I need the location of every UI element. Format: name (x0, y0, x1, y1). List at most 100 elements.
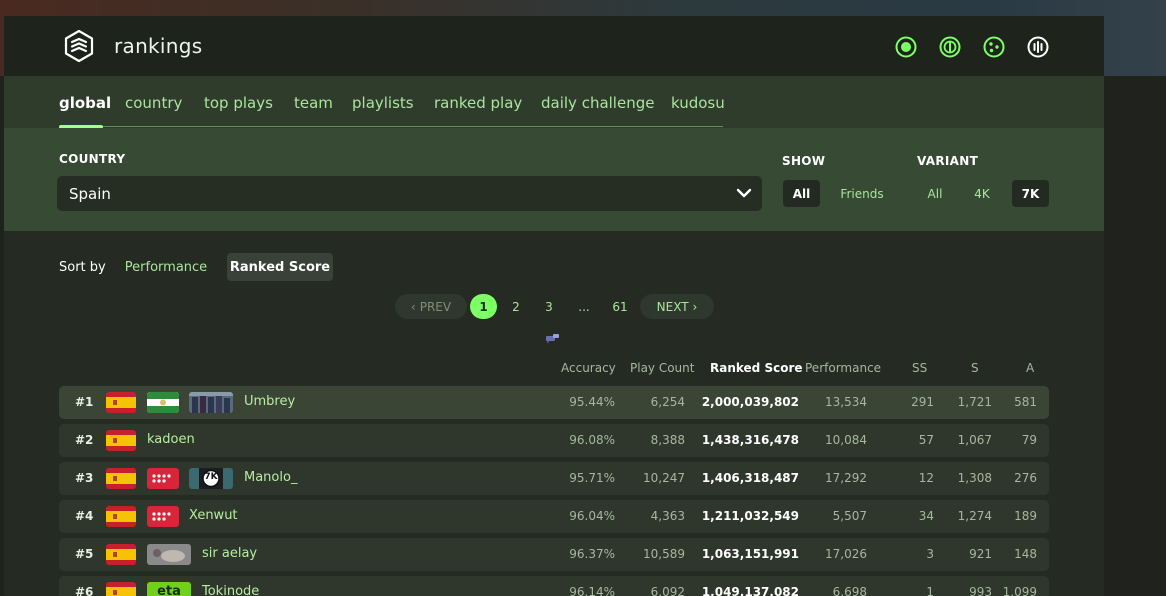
username-link[interactable]: sir aelay (202, 546, 257, 561)
variant-4k-button[interactable]: 4K (967, 180, 997, 207)
a-count: 79 (1021, 433, 1037, 447)
accuracy: 96.14% (569, 585, 615, 596)
table-row[interactable]: #5 sir aelay 96.37% 10,589 1,063,151,991… (59, 538, 1049, 571)
table-row[interactable]: #3 7K Manolo_ 95.71% 10,247 1,406,318,48… (59, 462, 1049, 495)
tab-playlists[interactable]: playlists (352, 94, 414, 112)
col-s[interactable]: S (971, 361, 979, 375)
variant-7k-button[interactable]: 7K (1012, 180, 1049, 207)
show-friends-button[interactable]: Friends (832, 180, 892, 207)
username-link[interactable]: Xenwut (189, 508, 238, 523)
a-count: 581 (1014, 395, 1037, 409)
page-2-button[interactable]: 2 (507, 294, 525, 319)
page-3-button[interactable]: 3 (540, 294, 558, 319)
a-count: 148 (1014, 547, 1037, 561)
performance: 6,698 (832, 585, 867, 596)
team-7k-banner-icon: 7K (189, 468, 233, 489)
col-ss[interactable]: SS (912, 361, 927, 375)
ranked-score: 1,211,032,549 (701, 509, 799, 523)
username-link[interactable]: Tokinode (202, 584, 259, 596)
s-count: 1,308 (957, 471, 992, 485)
chevron-right-icon: › (692, 299, 698, 314)
prev-label: PREV (419, 299, 452, 314)
rank: #3 (75, 471, 94, 485)
chevron-down-icon (736, 188, 752, 198)
tab-team[interactable]: team (294, 94, 333, 112)
show-all-button[interactable]: All (783, 180, 820, 207)
tab-ranked-play[interactable]: ranked play (434, 94, 522, 112)
tab-global[interactable]: global (59, 94, 111, 112)
flag-spain-icon (106, 506, 136, 527)
flag-spain-icon (106, 430, 136, 451)
username-link[interactable]: Umbrey (244, 394, 295, 409)
tab-kudosu[interactable]: kudosu (671, 94, 725, 112)
ranked-score: 1,438,316,478 (701, 433, 799, 447)
col-play-count[interactable]: Play Count (630, 361, 694, 375)
rankings-page: rankings global country top plays team p… (4, 16, 1104, 596)
sort-performance-button[interactable]: Performance (118, 253, 214, 281)
a-count: 276 (1014, 471, 1037, 485)
page-header: rankings (4, 16, 1104, 76)
flag-spain-icon (106, 468, 136, 489)
next-label: NEXT (656, 299, 689, 314)
accuracy: 96.08% (569, 433, 615, 447)
play-count: 10,589 (643, 547, 685, 561)
rank: #5 (75, 547, 94, 561)
taiko-mode-icon[interactable] (939, 36, 961, 58)
tab-country[interactable]: country (125, 94, 182, 112)
next-page-button[interactable]: NEXT › (640, 294, 714, 319)
username-link[interactable]: Manolo_ (244, 470, 297, 485)
play-count: 6,254 (650, 395, 685, 409)
accuracy: 95.44% (569, 395, 615, 409)
play-count: 10,247 (643, 471, 685, 485)
country-select[interactable]: Spain (57, 176, 762, 211)
performance: 5,507 (832, 509, 867, 523)
tab-daily-challenge[interactable]: daily challenge (541, 94, 654, 112)
team-banner-icon (189, 392, 233, 413)
table-row[interactable]: #1 Umbrey 95.44% 6,254 2,000,039,802 13,… (59, 386, 1049, 419)
ss-count: 291 (911, 395, 934, 409)
variant-label: VARIANT (917, 154, 979, 168)
catch-mode-icon[interactable] (983, 36, 1005, 58)
rank: #2 (75, 433, 94, 447)
team-flag-madrid-icon (147, 468, 179, 489)
accuracy: 95.71% (569, 471, 615, 485)
page-1-button[interactable]: 1 (470, 294, 497, 319)
s-count: 1,274 (957, 509, 992, 523)
tab-top-plays[interactable]: top plays (204, 94, 273, 112)
username-link[interactable]: kadoen (147, 432, 195, 447)
ranking-tabs: global country top plays team playlists … (4, 76, 1104, 129)
col-ranked-score[interactable]: Ranked Score (710, 361, 803, 375)
ss-count: 1 (926, 585, 934, 596)
team-flag-andalusia-icon (147, 392, 179, 413)
table-row[interactable]: #6 eta Tokinode 96.14% 6,092 1,049,137,0… (59, 576, 1049, 596)
team-banner-icon (147, 544, 191, 565)
s-count: 921 (969, 547, 992, 561)
col-performance[interactable]: Performance (805, 361, 881, 375)
rankings-logo-icon (64, 29, 94, 63)
col-accuracy[interactable]: Accuracy (561, 361, 616, 375)
sort-by-label: Sort by (59, 260, 106, 275)
table-row[interactable]: #4 Xenwut 96.04% 4,363 1,211,032,549 5,5… (59, 500, 1049, 533)
play-count: 6,092 (650, 585, 685, 596)
s-count: 993 (969, 585, 992, 596)
table-row[interactable]: #2 kadoen 96.08% 8,388 1,438,316,478 10,… (59, 424, 1049, 457)
a-count: 1,099 (1002, 585, 1037, 596)
sort-ranked-score-button[interactable]: Ranked Score (227, 253, 333, 281)
ranked-score: 2,000,039,802 (701, 395, 799, 409)
ss-count: 34 (918, 509, 934, 523)
performance: 17,292 (825, 471, 867, 485)
a-count: 189 (1014, 509, 1037, 523)
backdrop-right (1104, 76, 1166, 596)
osu-mode-icon[interactable] (895, 36, 917, 58)
team-tag: eta (157, 584, 181, 596)
mania-mode-icon[interactable] (1027, 36, 1049, 58)
prev-page-button[interactable]: ‹ PREV (395, 294, 467, 319)
play-count: 8,388 (650, 433, 685, 447)
mascot-icon (546, 334, 559, 343)
page-title: rankings (114, 34, 203, 58)
ss-count: 3 (926, 547, 934, 561)
page-61-button[interactable]: 61 (608, 294, 632, 319)
variant-all-button[interactable]: All (920, 180, 950, 207)
team-tag: 7K (204, 472, 218, 482)
col-a[interactable]: A (1026, 361, 1034, 375)
